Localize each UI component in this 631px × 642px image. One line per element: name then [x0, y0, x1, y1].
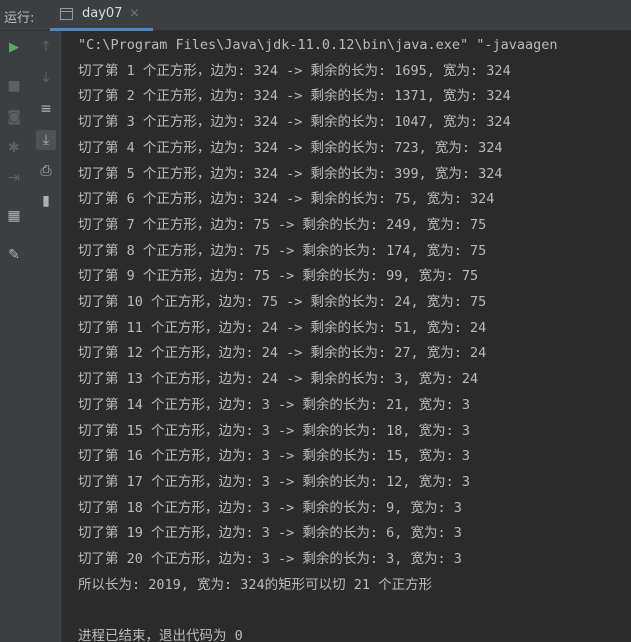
trash-icon[interactable]: ▮: [36, 191, 56, 211]
console-line: 切了第 16 个正方形，边为: 3 -> 剩余的长为: 15, 宽为: 3: [78, 448, 471, 465]
tab-label: day07: [82, 6, 123, 21]
soft-wrap-icon[interactable]: ≡: [36, 99, 56, 119]
camera-icon[interactable]: ◙: [4, 107, 24, 127]
close-icon[interactable]: ×: [129, 6, 140, 21]
pin-icon[interactable]: ✎: [4, 245, 24, 265]
run-actions-sidebar: ▶ ■ ◙ ✱ ⇥ ▦ ✎: [0, 31, 30, 642]
up-arrow-icon[interactable]: ↑: [36, 37, 56, 57]
layout-icon[interactable]: ▦: [4, 206, 24, 226]
console-output[interactable]: "C:\Program Files\Java\jdk-11.0.12\bin\j…: [62, 31, 631, 642]
console-line: 切了第 1 个正方形，边为: 324 -> 剩余的长为: 1695, 宽为: 3…: [78, 62, 511, 79]
console-line: 切了第 11 个正方形，边为: 24 -> 剩余的长为: 51, 宽为: 24: [78, 319, 487, 336]
scroll-to-end-icon[interactable]: ⤓: [36, 130, 56, 150]
console-line: 切了第 10 个正方形，边为: 75 -> 剩余的长为: 24, 宽为: 75: [78, 294, 487, 310]
console-line: 切了第 8 个正方形，边为: 75 -> 剩余的长为: 174, 宽为: 75: [78, 242, 487, 259]
console-line: 切了第 17 个正方形，边为: 3 -> 剩余的长为: 12, 宽为: 3: [78, 473, 471, 490]
run-toolbar: 运行: day07 ×: [0, 0, 631, 31]
console-line: 切了第 20 个正方形，边为: 3 -> 剩余的长为: 3, 宽为: 3: [78, 551, 462, 567]
console-line: 切了第 19 个正方形，边为: 3 -> 剩余的长为: 6, 宽为: 3: [78, 525, 462, 542]
console-line: 切了第 6 个正方形，边为: 324 -> 剩余的长为: 75, 宽为: 324: [78, 191, 495, 208]
console-line: 切了第 12 个正方形，边为: 24 -> 剩余的长为: 27, 宽为: 24: [78, 345, 487, 362]
console-line: 切了第 9 个正方形，边为: 75 -> 剩余的长为: 99, 宽为: 75: [78, 268, 479, 285]
console-line: 所以长为: 2019, 宽为: 324的矩形可以切 21 个正方形: [78, 576, 433, 593]
console-actions-sidebar: ↑ ↓ ≡ ⤓ ⎙ ▮: [30, 31, 62, 642]
exit-icon[interactable]: ⇥: [4, 168, 24, 188]
console-line: "C:\Program Files\Java\jdk-11.0.12\bin\j…: [78, 37, 558, 53]
console-line: 切了第 7 个正方形，边为: 75 -> 剩余的长为: 249, 宽为: 75: [78, 216, 487, 233]
bug-icon[interactable]: ✱: [4, 138, 24, 158]
tab-day07[interactable]: day07 ×: [50, 0, 153, 31]
stop-icon[interactable]: ■: [4, 76, 24, 96]
console-tab-icon: [60, 8, 73, 20]
console-line: 切了第 4 个正方形，边为: 324 -> 剩余的长为: 723, 宽为: 32…: [78, 139, 503, 156]
console-line: 切了第 14 个正方形，边为: 3 -> 剩余的长为: 21, 宽为: 3: [78, 396, 471, 413]
console-line: 切了第 13 个正方形，边为: 24 -> 剩余的长为: 3, 宽为: 24: [78, 371, 479, 388]
console-line: 进程已结束，退出代码为 0: [78, 628, 243, 642]
run-label: 运行:: [4, 11, 35, 26]
console-line: 切了第 2 个正方形，边为: 324 -> 剩余的长为: 1371, 宽为: 3…: [78, 88, 511, 105]
console-line: 切了第 18 个正方形，边为: 3 -> 剩余的长为: 9, 宽为: 3: [78, 499, 462, 516]
console-line: 切了第 5 个正方形，边为: 324 -> 剩余的长为: 399, 宽为: 32…: [78, 165, 503, 182]
down-arrow-icon[interactable]: ↓: [36, 68, 56, 88]
play-icon[interactable]: ▶: [4, 37, 24, 57]
console-line: 切了第 3 个正方形，边为: 324 -> 剩余的长为: 1047, 宽为: 3…: [78, 114, 511, 131]
console-line: 切了第 15 个正方形，边为: 3 -> 剩余的长为: 18, 宽为: 3: [78, 422, 471, 439]
print-icon[interactable]: ⎙: [36, 161, 56, 181]
